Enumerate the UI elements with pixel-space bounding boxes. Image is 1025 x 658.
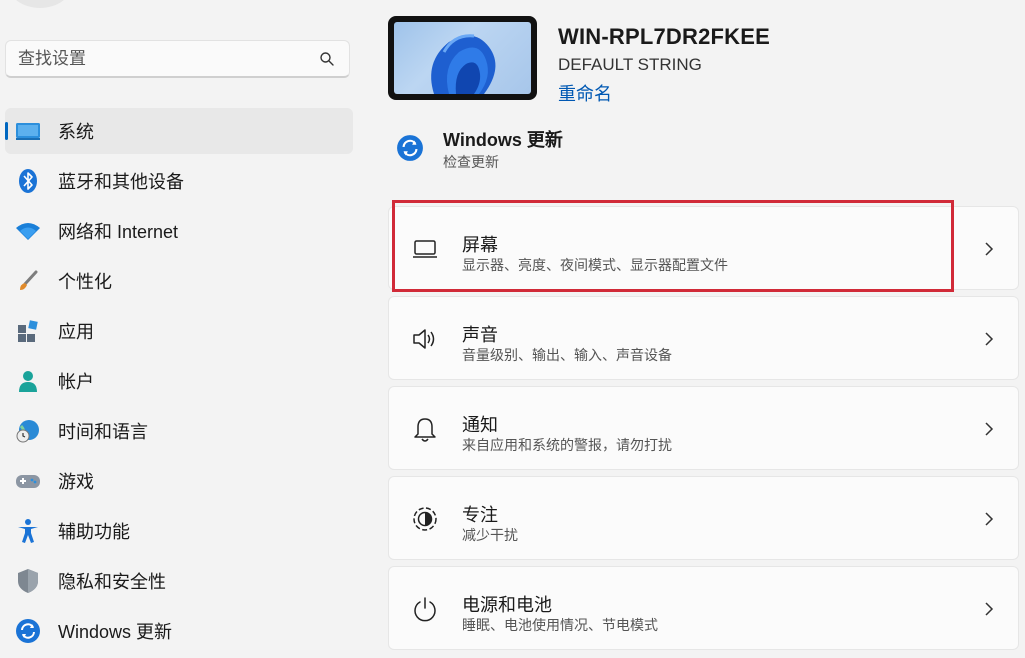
display-icon — [409, 233, 441, 265]
sync-icon — [397, 135, 423, 161]
card-subtitle: 睡眠、电池使用情况、节电模式 — [462, 617, 658, 633]
selected-indicator — [5, 122, 8, 140]
settings-card-notifications[interactable]: 通知 来自应用和系统的警报，请勿打扰 — [388, 386, 1019, 470]
chevron-right-icon — [985, 332, 994, 346]
gamepad-icon — [15, 468, 41, 494]
sidebar-item-network[interactable]: 网络和 Internet — [5, 208, 353, 254]
sidebar-nav: 系统 蓝牙和其他设备 网络和 Internet 个性化 应用 帐户 时间和语言 … — [5, 108, 353, 658]
bluetooth-icon — [15, 168, 41, 194]
sidebar-item-bluetooth[interactable]: 蓝牙和其他设备 — [5, 158, 353, 204]
rename-link[interactable]: 重命名 — [558, 80, 612, 106]
card-title: 电源和电池 — [462, 595, 552, 615]
windows-update-link[interactable]: Windows 更新 检查更新 — [396, 122, 696, 172]
sidebar-item-personalization[interactable]: 个性化 — [5, 258, 353, 304]
sidebar-item-label: Windows 更新 — [58, 622, 173, 642]
settings-card-display[interactable]: 屏幕 显示器、亮度、夜间模式、显示器配置文件 — [388, 206, 1019, 290]
settings-card-focus[interactable]: 专注 减少干扰 — [388, 476, 1019, 560]
wifi-icon — [15, 218, 41, 244]
sidebar-item-privacy[interactable]: 隐私和安全性 — [5, 558, 353, 604]
sidebar-item-apps[interactable]: 应用 — [5, 308, 353, 354]
person-icon — [15, 368, 41, 394]
card-subtitle: 来自应用和系统的警报，请勿打扰 — [462, 437, 672, 453]
sidebar-item-label: 蓝牙和其他设备 — [58, 172, 184, 192]
sidebar-item-label: 应用 — [58, 322, 94, 342]
monitor-icon — [15, 118, 41, 144]
sidebar: 系统 蓝牙和其他设备 网络和 Internet 个性化 应用 — [0, 0, 365, 655]
speaker-icon — [409, 323, 441, 355]
sidebar-item-label: 网络和 Internet — [58, 222, 179, 242]
search-input[interactable] — [6, 41, 320, 77]
sync-icon — [15, 618, 41, 644]
sidebar-item-label: 游戏 — [58, 472, 94, 492]
apps-icon — [15, 318, 41, 344]
settings-card-power[interactable]: 电源和电池 睡眠、电池使用情况、节电模式 — [388, 566, 1019, 650]
card-title: 通知 — [462, 415, 498, 435]
card-title: 屏幕 — [462, 235, 498, 255]
sidebar-item-label: 时间和语言 — [58, 422, 148, 442]
sidebar-item-system[interactable]: 系统 — [5, 108, 353, 154]
wallpaper-image — [394, 22, 531, 94]
sidebar-item-windows-update[interactable]: Windows 更新 — [5, 608, 353, 654]
sidebar-item-label: 系统 — [58, 122, 94, 142]
power-icon — [409, 593, 441, 625]
chevron-right-icon — [985, 422, 994, 436]
update-subtitle: 检查更新 — [443, 154, 499, 170]
chevron-right-icon — [985, 512, 994, 526]
paintbrush-icon — [15, 268, 41, 294]
search-box[interactable] — [5, 40, 350, 78]
shield-icon — [15, 568, 41, 594]
bell-icon — [409, 413, 441, 445]
card-subtitle: 显示器、亮度、夜间模式、显示器配置文件 — [462, 257, 728, 273]
update-title: Windows 更新 — [443, 130, 563, 150]
search-icon[interactable] — [319, 51, 335, 67]
card-subtitle: 音量级别、输出、输入、声音设备 — [462, 347, 672, 363]
chevron-right-icon — [985, 602, 994, 616]
globe-clock-icon — [15, 418, 41, 444]
settings-card-sound[interactable]: 声音 音量级别、输出、输入、声音设备 — [388, 296, 1019, 380]
focus-icon — [409, 503, 441, 535]
sidebar-item-accounts[interactable]: 帐户 — [5, 358, 353, 404]
accessibility-icon — [15, 518, 41, 544]
card-title: 专注 — [462, 505, 498, 525]
sidebar-item-gaming[interactable]: 游戏 — [5, 458, 353, 504]
card-title: 声音 — [462, 325, 498, 345]
device-thumbnail — [388, 16, 537, 100]
device-model: DEFAULT STRING — [558, 55, 702, 74]
device-name: WIN-RPL7DR2FKEE — [558, 24, 771, 49]
sidebar-item-label: 个性化 — [58, 272, 112, 292]
card-subtitle: 减少干扰 — [462, 527, 518, 543]
sidebar-item-label: 隐私和安全性 — [58, 572, 166, 592]
sidebar-item-time-language[interactable]: 时间和语言 — [5, 408, 353, 454]
sidebar-item-accessibility[interactable]: 辅助功能 — [5, 508, 353, 554]
sidebar-item-label: 辅助功能 — [58, 522, 130, 542]
chevron-right-icon — [985, 242, 994, 256]
sidebar-item-label: 帐户 — [58, 372, 94, 392]
